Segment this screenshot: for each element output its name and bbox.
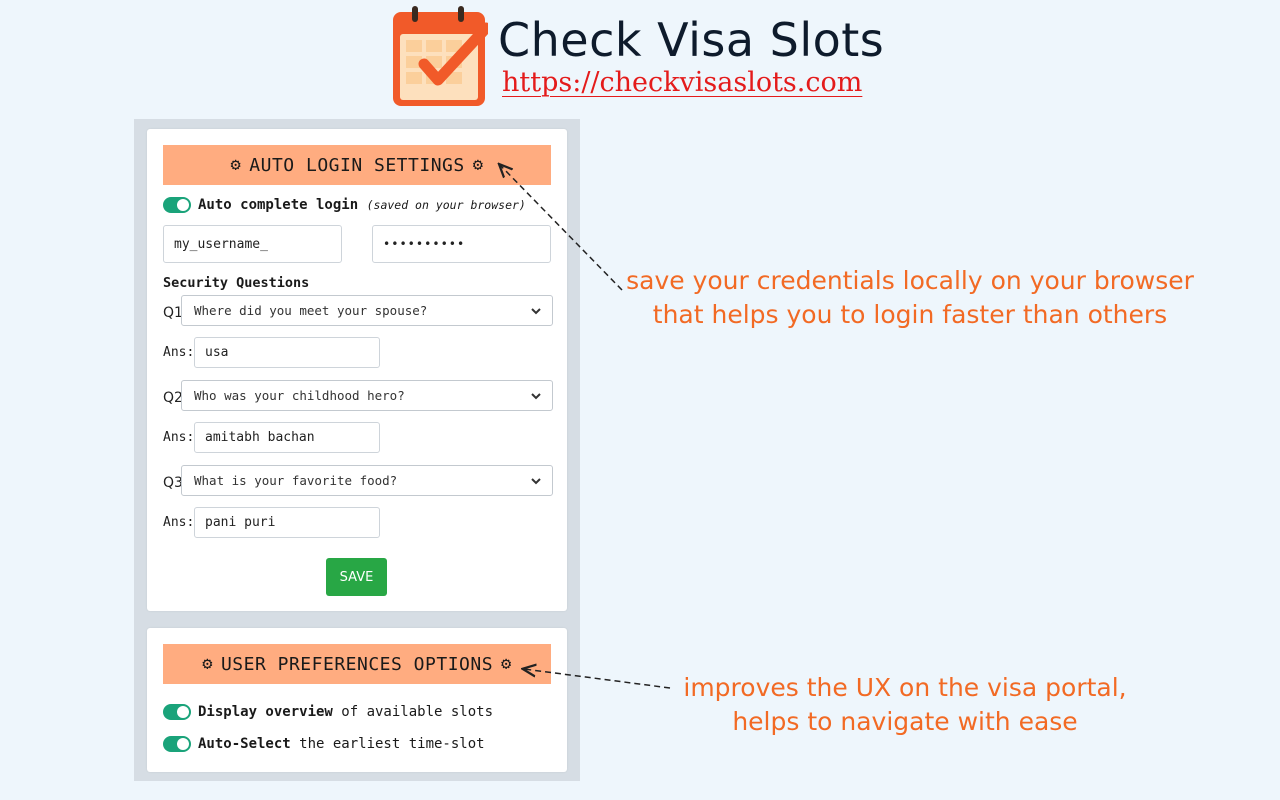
calendar-check-logo-icon [393, 6, 488, 106]
auto-select-label: Auto-Select the earliest time-slot [198, 735, 485, 753]
auto-login-header: ⚙ AUTO LOGIN SETTINGS ⚙ [163, 145, 551, 185]
brand-title: Check Visa Slots [498, 13, 885, 67]
display-overview-label: Display overview of available slots [198, 703, 493, 721]
chevron-down-icon [531, 392, 541, 399]
question-2-label: Q2 [163, 390, 183, 406]
answer-3-input[interactable]: pani puri [194, 507, 380, 538]
save-button[interactable]: SAVE [326, 558, 387, 596]
password-input[interactable]: •••••••••• [372, 225, 551, 263]
ux-annotation: improves the UX on the visa portal, help… [655, 671, 1155, 739]
answer-3-label: Ans: [163, 515, 195, 530]
auto-complete-login-toggle[interactable] [163, 197, 191, 213]
gear-icon: ⚙ [230, 155, 242, 175]
gear-icon: ⚙ [202, 654, 213, 674]
user-preferences-card: ⚙ USER PREFERENCES OPTIONS ⚙ Display ove… [147, 628, 567, 772]
gear-icon: ⚙ [472, 155, 484, 175]
answer-1-input[interactable]: usa [194, 337, 380, 368]
user-preferences-header-title: USER PREFERENCES OPTIONS [220, 653, 494, 675]
gear-icon: ⚙ [501, 654, 512, 674]
chevron-down-icon [531, 307, 541, 314]
auto-login-header-title: AUTO LOGIN SETTINGS [249, 154, 465, 176]
display-overview-toggle[interactable] [163, 704, 191, 720]
question-3-select[interactable]: What is your favorite food? [181, 465, 553, 496]
question-1-label: Q1 [163, 305, 183, 321]
auto-login-card: ⚙ AUTO LOGIN SETTINGS ⚙ Auto complete lo… [147, 129, 567, 611]
answer-2-label: Ans: [163, 430, 195, 445]
display-overview-label-rest: of available slots [332, 704, 494, 720]
question-1-selected: Where did you meet your spouse? [194, 303, 428, 318]
answer-1-label: Ans: [163, 345, 195, 360]
auto-select-label-rest: the earliest time-slot [290, 736, 485, 752]
brand-url-link[interactable]: https://checkvisaslots.com [502, 66, 862, 100]
username-input[interactable]: my_username_ [163, 225, 342, 263]
ux-annotation-line2: helps to navigate with ease [732, 707, 1078, 736]
ux-annotation-line1: improves the UX on the visa portal, [683, 673, 1127, 702]
credentials-annotation-line1: save your credentials locally on your br… [626, 266, 1194, 295]
security-questions-title: Security Questions [163, 275, 310, 291]
auto-complete-login-label: Auto complete login (saved on your brows… [198, 196, 526, 214]
credentials-annotation: save your credentials locally on your br… [610, 264, 1210, 332]
question-3-label: Q3 [163, 475, 183, 491]
answer-2-input[interactable]: amitabh bachan [194, 422, 380, 453]
question-2-selected: Who was your childhood hero? [194, 388, 405, 403]
display-overview-label-bold: Display overview [198, 704, 333, 720]
auto-select-label-bold: Auto-Select [198, 736, 291, 752]
chevron-down-icon [531, 477, 541, 484]
credentials-annotation-line2: that helps you to login faster than othe… [652, 300, 1168, 329]
user-preferences-header: ⚙ USER PREFERENCES OPTIONS ⚙ [163, 644, 551, 684]
auto-complete-login-label-bold: Auto complete login [198, 197, 359, 213]
auto-select-toggle[interactable] [163, 736, 191, 752]
question-2-select[interactable]: Who was your childhood hero? [181, 380, 553, 411]
saved-on-browser-note: (saved on your browser) [366, 198, 526, 212]
question-1-select[interactable]: Where did you meet your spouse? [181, 295, 553, 326]
question-3-selected: What is your favorite food? [194, 473, 398, 488]
